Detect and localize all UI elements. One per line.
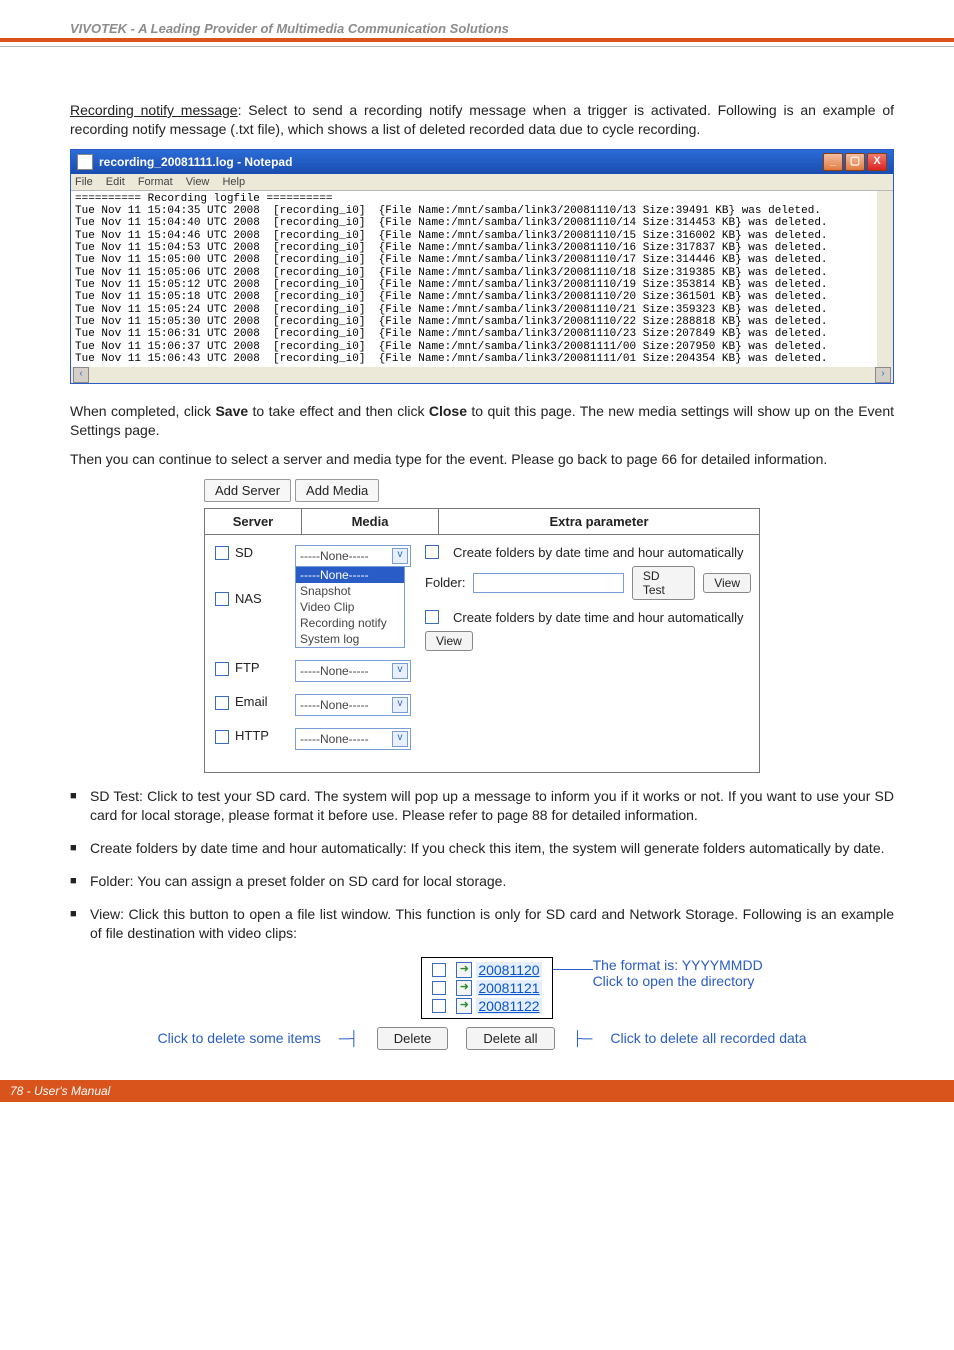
sd-sel-text: -----None----- xyxy=(300,549,369,563)
menu-edit[interactable]: Edit xyxy=(106,176,125,188)
notepad-body[interactable]: ========== Recording logfile ========== … xyxy=(71,191,893,367)
annotation-format: The format is: YYYYMMDD xyxy=(593,957,763,973)
opt-videoclip[interactable]: Video Clip xyxy=(296,599,404,615)
page-header: VIVOTEK - A Leading Provider of Multimed… xyxy=(70,21,509,36)
nas-autodate-checkbox[interactable] xyxy=(425,610,439,624)
dir-row-1: ➜ 20081121 xyxy=(432,980,541,996)
annotation-delete-some: Click to delete some items xyxy=(158,1030,321,1046)
folder-arrow-icon[interactable]: ➜ xyxy=(456,962,472,978)
dir-checkbox-1[interactable] xyxy=(432,981,446,995)
col-extra: Extra parameter xyxy=(439,509,759,534)
menu-view[interactable]: View xyxy=(186,176,210,188)
opt-snapshot[interactable]: Snapshot xyxy=(296,583,404,599)
notepad-title: recording_20081111.log - Notepad xyxy=(99,155,292,169)
annotation-delete-all: Click to delete all recorded data xyxy=(610,1030,806,1046)
http-checkbox[interactable] xyxy=(215,730,229,744)
bullet-view: View: Click this button to open a file l… xyxy=(70,905,894,943)
ftp-sel-text: -----None----- xyxy=(300,664,369,678)
nas-view-button[interactable]: View xyxy=(425,631,473,651)
sd-checkbox[interactable] xyxy=(215,546,229,560)
server-media-header: Server Media Extra parameter xyxy=(204,508,760,535)
sd-test-button[interactable]: SD Test xyxy=(632,566,695,600)
chevron-down-icon[interactable]: v xyxy=(392,697,408,713)
minimize-button[interactable]: _ xyxy=(823,153,843,171)
dir-row-2: ➜ 20081122 xyxy=(432,998,541,1014)
http-media-select[interactable]: -----None----- v xyxy=(295,728,411,750)
opt-none[interactable]: -----None----- xyxy=(296,567,404,583)
nas-label: NAS xyxy=(235,591,262,606)
server-media-panel: Add Server Add Media Server Media Extra … xyxy=(204,479,760,774)
scroll-left-icon[interactable]: ‹ xyxy=(73,367,89,383)
dir-link-0[interactable]: 20081120 xyxy=(476,962,541,978)
mid1-mid: to take effect and then click xyxy=(248,403,429,419)
email-sel-text: -----None----- xyxy=(300,698,369,712)
dir-link-1[interactable]: 20081121 xyxy=(476,980,541,996)
h-scrollbar[interactable]: ‹ › xyxy=(71,367,893,383)
chevron-down-icon[interactable]: v xyxy=(392,731,408,747)
page-footer: 78 - User's Manual xyxy=(0,1080,954,1102)
opt-systemlog[interactable]: System log xyxy=(296,631,404,647)
notepad-menubar[interactable]: File Edit Format View Help xyxy=(71,174,893,191)
folder-arrow-icon[interactable]: ➜ xyxy=(456,980,472,996)
maximize-button[interactable]: ▢ xyxy=(845,153,865,171)
scroll-right-icon[interactable]: › xyxy=(875,367,891,383)
save-word: Save xyxy=(215,403,248,419)
ftp-label: FTP xyxy=(235,660,260,675)
nas-autodate-label: Create folders by date time and hour aut… xyxy=(453,610,744,625)
notepad-titlebar[interactable]: recording_20081111.log - Notepad _ ▢ X xyxy=(71,150,893,174)
row-sd: SD -----None----- v -----None----- Snapsh… xyxy=(215,545,751,657)
dir-checkbox-0[interactable] xyxy=(432,963,446,977)
delete-all-button[interactable]: Delete all xyxy=(466,1027,554,1050)
email-media-select[interactable]: -----None----- v xyxy=(295,694,411,716)
intro-lead: Recording notify message xyxy=(70,102,238,118)
menu-help[interactable]: Help xyxy=(222,176,245,188)
http-label: HTTP xyxy=(235,728,269,743)
sd-media-select[interactable]: -----None----- v xyxy=(295,545,411,567)
directory-listing: ➜ 20081120 ➜ 20081121 ➜ 20081122 xyxy=(421,957,552,1019)
chevron-down-icon[interactable]: v xyxy=(392,663,408,679)
dir-checkbox-2[interactable] xyxy=(432,999,446,1013)
mid-paragraph-2: Then you can continue to select a server… xyxy=(70,450,894,469)
email-checkbox[interactable] xyxy=(215,696,229,710)
ftp-checkbox[interactable] xyxy=(215,662,229,676)
delete-button[interactable]: Delete xyxy=(377,1027,449,1050)
intro-paragraph: Recording notify message: Select to send… xyxy=(70,101,894,139)
mid1-pre: When completed, click xyxy=(70,403,215,419)
bullet-autofolders: Create folders by date time and hour aut… xyxy=(70,839,894,858)
folder-label: Folder: xyxy=(425,575,465,590)
row-http: HTTP -----None----- v xyxy=(215,728,751,750)
folder-input[interactable] xyxy=(473,573,623,593)
menu-file[interactable]: File xyxy=(75,176,93,188)
col-media: Media xyxy=(302,509,439,534)
media-dropdown-open[interactable]: -----None----- Snapshot Video Clip Recor… xyxy=(295,567,405,648)
notepad-icon xyxy=(77,154,93,170)
bullet-sd-test: SD Test: Click to test your SD card. The… xyxy=(70,787,894,825)
ftp-media-select[interactable]: -----None----- v xyxy=(295,660,411,682)
row-ftp: FTP -----None----- v xyxy=(215,660,751,682)
annotation-open: Click to open the directory xyxy=(593,973,763,989)
close-word: Close xyxy=(429,403,467,419)
notepad-window: recording_20081111.log - Notepad _ ▢ X F… xyxy=(70,149,894,384)
folder-arrow-icon[interactable]: ➜ xyxy=(456,998,472,1014)
close-button[interactable]: X xyxy=(867,153,887,171)
email-label: Email xyxy=(235,694,268,709)
add-media-button[interactable]: Add Media xyxy=(295,479,379,502)
add-server-button[interactable]: Add Server xyxy=(204,479,291,502)
mid-paragraph-1: When completed, click Save to take effec… xyxy=(70,402,894,440)
dir-link-2[interactable]: 20081122 xyxy=(476,998,541,1014)
menu-format[interactable]: Format xyxy=(138,176,173,188)
http-sel-text: -----None----- xyxy=(300,732,369,746)
dir-row-0: ➜ 20081120 xyxy=(432,962,541,978)
row-email: Email -----None----- v xyxy=(215,694,751,716)
col-server: Server xyxy=(205,509,302,534)
sd-autodate-checkbox[interactable] xyxy=(425,545,439,559)
sd-view-button[interactable]: View xyxy=(703,573,751,593)
chevron-down-icon[interactable]: v xyxy=(392,548,408,564)
nas-checkbox[interactable] xyxy=(215,592,229,606)
bullet-folder: Folder: You can assign a preset folder o… xyxy=(70,872,894,891)
sd-autodate-label: Create folders by date time and hour aut… xyxy=(453,545,744,560)
opt-recording-notify[interactable]: Recording notify xyxy=(296,615,404,631)
sd-label: SD xyxy=(235,545,253,560)
